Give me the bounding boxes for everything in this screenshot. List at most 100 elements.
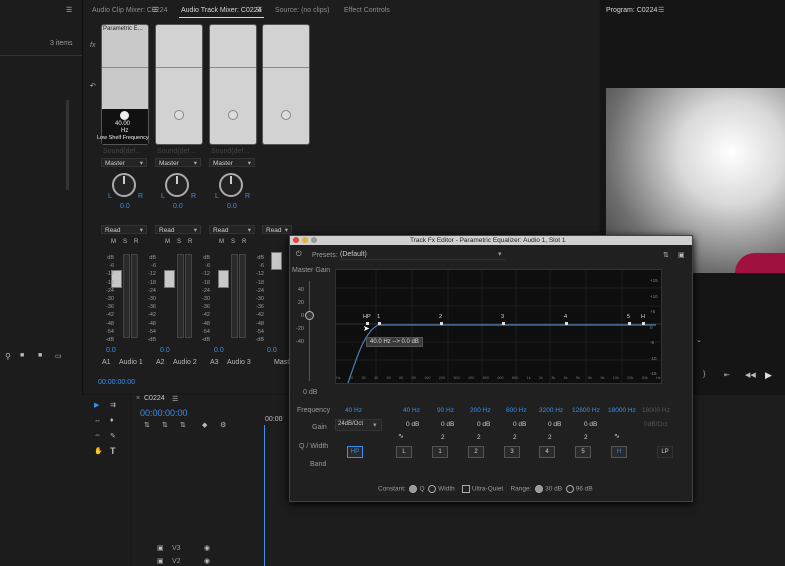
slope-select[interactable]: 24dB/Oct ▾ (335, 419, 382, 431)
timeline-timecode[interactable]: 00:00:00:00 (140, 408, 188, 418)
fx-slot-audio-1[interactable]: Parametric E... 40.00 Hz Low Shelf Frequ… (97, 24, 149, 145)
presets-select[interactable]: (Default) ▾ (340, 250, 505, 260)
eq-point-3[interactable]: 3 (501, 314, 504, 320)
snap-icon[interactable]: ⇅ (144, 421, 150, 429)
master-gain-value[interactable]: 0 dB (303, 389, 317, 396)
tab-menu-icon[interactable]: ☰ (256, 6, 262, 14)
chevron-down-icon[interactable]: ⌄ (696, 336, 702, 344)
band-button-5[interactable]: 5 (575, 446, 591, 458)
gain-band-lp[interactable]: 0dB/Oct (644, 421, 667, 428)
panel-menu-icon[interactable]: ☰ (66, 6, 72, 14)
search-icon[interactable]: ⚲ (5, 352, 11, 361)
eq-point-2[interactable]: 2 (439, 314, 442, 320)
fx-slot-audio-3[interactable] (209, 24, 257, 145)
linked-selection-icon[interactable]: ⇅ (162, 421, 168, 429)
tab-menu-icon[interactable]: ☰ (152, 6, 158, 14)
wrench-icon[interactable]: ⚙ (220, 421, 226, 429)
track-name-audio-1[interactable]: Audio 1 (119, 359, 143, 366)
frequency-band-lp[interactable]: 18000 Hz (642, 407, 670, 414)
solo-button-3[interactable]: S (231, 239, 235, 245)
zoom-window-button[interactable] (311, 237, 317, 243)
output-select-3[interactable]: Master (209, 158, 255, 168)
solo-button-2[interactable]: S (177, 239, 181, 245)
fx-slot-master[interactable] (262, 24, 310, 145)
razor-icon[interactable]: ♦ (110, 417, 114, 424)
frequency-band-1[interactable]: 90 Hz (437, 407, 454, 414)
fader-value-2[interactable]: 0.0 (160, 347, 170, 354)
record-button-2[interactable]: R (188, 239, 192, 245)
band-button-l[interactable]: L (396, 446, 412, 458)
pan-value-2[interactable]: 0.0 (173, 203, 183, 210)
editor-titlebar[interactable]: Track Fx Editor - Parametric Equalizer: … (290, 236, 692, 245)
q-band-1[interactable]: 2 (441, 434, 445, 441)
q-band-2[interactable]: 2 (477, 434, 481, 441)
output-select-2[interactable]: Master (155, 158, 201, 168)
fader-value-3[interactable]: 0.0 (214, 347, 224, 354)
gain-band-3[interactable]: 0 dB (513, 421, 526, 428)
range-96-radio[interactable] (565, 485, 574, 493)
program-title[interactable]: Program: C0224 (606, 7, 657, 14)
eq-point-hp[interactable]: HP (363, 314, 371, 320)
lock-icon-v2[interactable]: ▣ (157, 557, 164, 565)
gain-band-4[interactable]: 0 dB (548, 421, 561, 428)
pan-value-3[interactable]: 0.0 (227, 203, 237, 210)
automation-select-2[interactable]: Read (155, 225, 201, 235)
gain-band-1[interactable]: 0 dB (441, 421, 454, 428)
width-radio[interactable] (428, 485, 437, 493)
gain-band-l[interactable]: 0 dB (406, 421, 419, 428)
timeline-close-icon[interactable]: × (136, 395, 140, 402)
eye-icon-v3[interactable]: ◉ (204, 544, 210, 552)
pan-value-1[interactable]: 0.0 (120, 203, 130, 210)
band-button-2[interactable]: 2 (468, 446, 484, 458)
band-button-lp[interactable]: LP (657, 446, 673, 458)
lock-icon-v3[interactable]: ▣ (157, 544, 164, 552)
trash-icon[interactable]: ▭ (55, 352, 62, 360)
volume-fader-2[interactable] (164, 270, 175, 288)
volume-fader-3[interactable] (218, 270, 229, 288)
track-name-audio-2[interactable]: Audio 2 (173, 359, 197, 366)
power-icon[interactable]: ⏻ (296, 251, 302, 259)
pen-icon[interactable]: ✎ (110, 432, 116, 440)
frequency-band-5[interactable]: 12800 Hz (572, 407, 600, 414)
save-preset-icon[interactable]: ⇅ (663, 251, 669, 259)
band-button-h[interactable]: H (611, 446, 627, 458)
master-gain-knob[interactable] (305, 311, 314, 320)
slip-icon[interactable]: ⇔ (94, 432, 101, 439)
frequency-band-2[interactable]: 200 Hz (470, 407, 491, 414)
ultra-quiet-checkbox[interactable] (462, 485, 470, 493)
record-button-3[interactable]: R (242, 239, 246, 245)
record-button-1[interactable]: R (134, 239, 138, 245)
automation-select-3[interactable]: Read (209, 225, 255, 235)
timeline-title[interactable]: C0224 (144, 395, 165, 402)
frequency-band-h[interactable]: 18000 Hz (608, 407, 636, 414)
pan-knob-3[interactable] (219, 173, 243, 197)
selection-tool-icon[interactable]: ▶ (94, 401, 99, 409)
frequency-band-4[interactable]: 3200 Hz (539, 407, 563, 414)
band-button-1[interactable]: 1 (432, 446, 448, 458)
frequency-band-l[interactable]: 40 Hz (403, 407, 420, 414)
hp-frequency[interactable]: 40 Hz (345, 407, 362, 414)
timeline-menu-icon[interactable]: ☰ (172, 395, 178, 403)
q-band-3[interactable]: 2 (513, 434, 517, 441)
playhead[interactable] (264, 425, 265, 566)
fader-value-master[interactable]: 0.0 (267, 347, 277, 354)
step-back-icon[interactable]: ⇤ (724, 371, 730, 379)
track-select-icon[interactable]: ⇉ (110, 401, 116, 409)
pan-knob-2[interactable] (165, 173, 189, 197)
eye-icon-v2[interactable]: ◉ (204, 557, 210, 565)
eq-curve-svg[interactable] (336, 270, 661, 383)
ripple-edit-icon[interactable]: ↔ (94, 417, 101, 424)
pan-knob-1[interactable] (112, 173, 136, 197)
band-button-hp[interactable]: HP (347, 446, 363, 458)
effect-knob[interactable] (120, 111, 129, 120)
band-button-4[interactable]: 4 (539, 446, 555, 458)
fx-slot-audio-2[interactable] (155, 24, 203, 145)
minimize-window-button[interactable] (302, 237, 308, 243)
mute-button-1[interactable]: M (111, 239, 116, 245)
close-window-button[interactable] (293, 237, 299, 243)
band-button-3[interactable]: 3 (504, 446, 520, 458)
range-30-radio[interactable] (535, 485, 544, 493)
rewind-icon[interactable]: ◀◀ (745, 371, 756, 379)
scrollbar[interactable] (66, 100, 69, 190)
q-band-5[interactable]: 2 (584, 434, 588, 441)
